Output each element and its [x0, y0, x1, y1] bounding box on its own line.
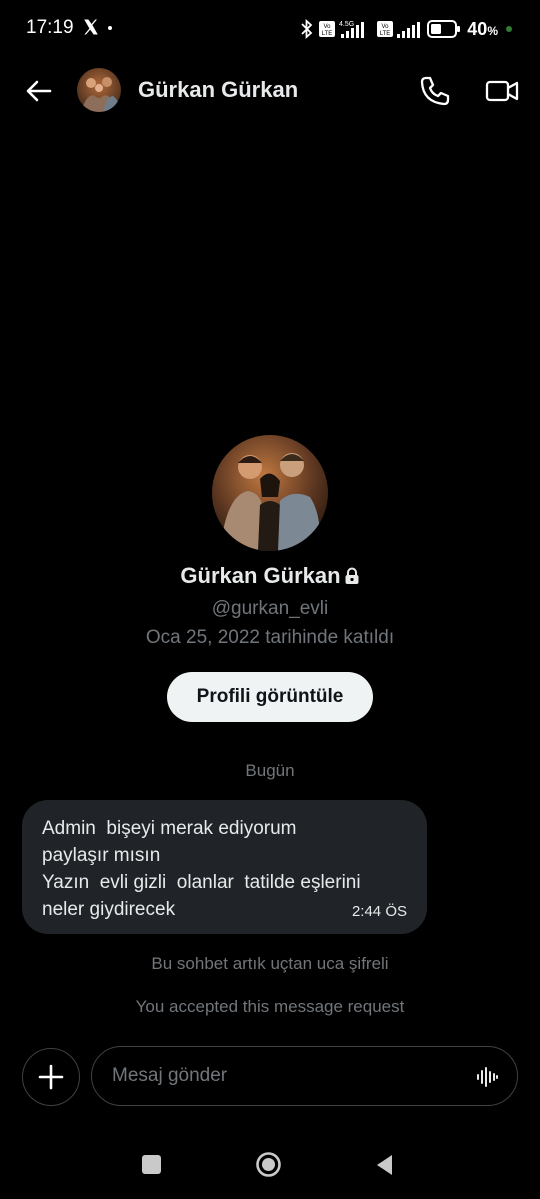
conversation-header: Gürkan Gürkan — [0, 60, 540, 122]
bluetooth-icon — [301, 19, 313, 39]
recents-nav-button[interactable] — [142, 1155, 161, 1174]
message-input[interactable] — [112, 1047, 472, 1105]
svg-text:4.5G: 4.5G — [339, 21, 354, 28]
encryption-note: Bu sohbet artık uçtan uca şifreli — [151, 954, 389, 973]
notification-dot — [108, 26, 112, 30]
status-time: 17:19 — [26, 17, 74, 38]
phone-icon[interactable] — [418, 74, 452, 108]
view-profile-button[interactable]: Profili görüntüle — [167, 672, 373, 722]
header-contact-name[interactable]: Gürkan Gürkan — [138, 77, 298, 103]
home-nav-button[interactable] — [255, 1151, 282, 1178]
plus-icon — [38, 1064, 64, 1090]
svg-text:Vo: Vo — [324, 24, 332, 30]
arrow-left-icon[interactable] — [22, 74, 56, 108]
svg-text:Vo: Vo — [382, 24, 390, 30]
privacy-indicator-dot — [506, 26, 512, 32]
message-composer — [91, 1046, 518, 1106]
volte-signal-2-icon: Vo LTE — [377, 21, 421, 38]
status-bar: 17:19 Vo LTE 4.5G Vo LTE 40% — [0, 0, 540, 58]
message-bubble[interactable]: Admin bişeyi merak ediyorum paylaşır mıs… — [22, 800, 427, 934]
svg-text:LTE: LTE — [380, 31, 391, 37]
accepted-request-note: You accepted this message request — [135, 997, 405, 1016]
profile-avatar[interactable] — [212, 435, 328, 551]
message-line: Admin bişeyi merak ediyorum — [42, 818, 297, 839]
header-avatar[interactable] — [77, 68, 121, 112]
back-nav-button[interactable] — [374, 1153, 394, 1177]
status-icons: Vo LTE 4.5G Vo LTE 40% — [301, 17, 512, 41]
svg-text:LTE: LTE — [322, 31, 333, 37]
profile-name: Gürkan Gürkan — [0, 563, 540, 589]
video-camera-icon[interactable] — [484, 74, 520, 108]
message-timestamp: 2:44 ÖS — [351, 903, 407, 920]
message-line: paylaşır mısın — [42, 845, 161, 866]
lock-icon — [345, 567, 359, 584]
battery-icon — [427, 20, 461, 38]
voice-wave-icon[interactable] — [475, 1065, 499, 1089]
date-separator: Bugün — [245, 761, 295, 780]
x-logo-icon — [84, 19, 98, 35]
battery-percent: 40% — [467, 18, 498, 39]
profile-handle: @gurkan_evli — [211, 598, 329, 619]
profile-joined-date: Oca 25, 2022 tarihinde katıldı — [145, 627, 395, 648]
volte-signal-icon: Vo LTE 4.5G — [319, 21, 365, 38]
message-line: Yazın evli gizli olanlar tatilde eşlerin… — [42, 872, 361, 893]
add-attachment-button[interactable] — [22, 1048, 80, 1106]
